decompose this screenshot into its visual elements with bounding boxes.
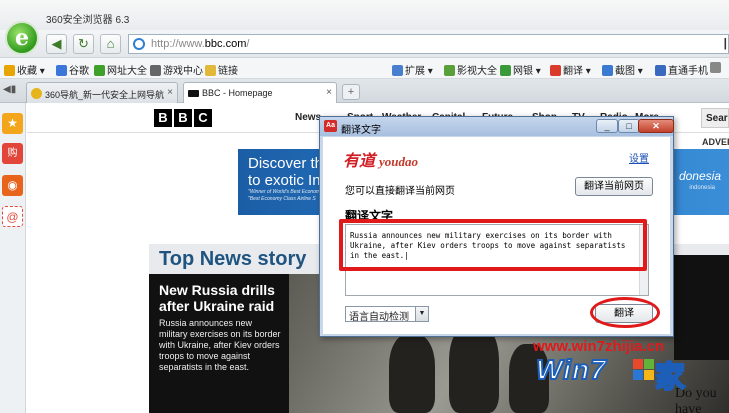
shield-icon	[500, 65, 511, 76]
soldier-figure	[449, 324, 499, 413]
translate-icon	[550, 65, 561, 76]
url-text: http://www.bbc.com/	[151, 38, 250, 50]
grid-icon	[710, 62, 721, 73]
folder-icon	[205, 65, 216, 76]
favorites-bar: 收藏 ▾ 谷歌 网址大全 游戏中心 链接 扩展 ▾ 影视大全 网银 ▾ 翻译 ▾…	[0, 58, 729, 79]
shopping-icon[interactable]: 购	[2, 143, 23, 164]
youdao-logo: 有道 youdao	[343, 153, 419, 170]
new-tab-button[interactable]: +	[342, 84, 360, 100]
fav-game-center[interactable]: 游戏中心	[150, 62, 203, 77]
home-icon: ⌂	[106, 36, 115, 51]
dialog-title: 翻译文字	[341, 125, 381, 136]
fav-collect[interactable]: 收藏 ▾	[4, 62, 45, 77]
fav-site-directory[interactable]: 网址大全	[94, 62, 147, 77]
refresh-icon: ↻	[78, 36, 89, 51]
google-icon	[56, 65, 67, 76]
globe-icon	[133, 38, 145, 50]
tab-bbc-homepage[interactable]: BBC - Homepage ×	[183, 82, 337, 104]
advert-label: ADVERT	[702, 137, 729, 147]
go-icon[interactable]: |	[724, 36, 727, 50]
e-icon	[94, 65, 105, 76]
weibo-icon[interactable]: ◉	[2, 175, 23, 196]
close-tab-icon[interactable]: ×	[167, 87, 173, 98]
fav-more[interactable]	[710, 62, 723, 74]
watermark-suffix: 家	[654, 359, 686, 396]
scissors-icon	[602, 65, 613, 76]
star-icon[interactable]: ★	[2, 113, 23, 134]
top-news-heading: Top News story	[159, 248, 307, 270]
tab-360-navigation[interactable]: 360导航_新一代安全上网导航 ×	[26, 82, 178, 103]
grid-icon	[392, 65, 403, 76]
story-text-panel: New Russia drills after Ukraine raid Rus…	[149, 274, 289, 413]
story-headline[interactable]: New Russia drills after Ukraine raid	[159, 282, 289, 314]
chevron-down-icon: ▼	[415, 307, 428, 321]
fav-screenshot[interactable]: 截图 ▾	[602, 62, 643, 77]
ad-right-text: donesia	[678, 169, 721, 183]
star-icon	[4, 65, 15, 76]
translate-page-hint: 您可以直接翻译当前网页	[345, 186, 455, 197]
fav-ebank[interactable]: 网银 ▾	[500, 62, 541, 77]
window-title: 360安全浏览器 6.3	[46, 15, 130, 26]
ad-small-print: "Winner of World's Best Economy "Best Ec…	[248, 189, 323, 202]
bbc-logo[interactable]: BBC	[154, 109, 214, 127]
bbc-icon	[188, 90, 199, 97]
nav-news[interactable]: News	[295, 112, 321, 123]
home-button[interactable]: ⌂	[100, 34, 121, 54]
navigation-bar: ◀ ↻ ⌂ http://www.bbc.com/ |	[0, 30, 729, 58]
minimize-button[interactable]: _	[596, 119, 618, 133]
360-icon	[31, 88, 42, 99]
close-tab-icon[interactable]: ×	[326, 87, 332, 98]
close-button[interactable]: ✕	[638, 119, 674, 133]
soldier-figure	[389, 334, 435, 413]
fav-video[interactable]: 影视大全	[444, 62, 497, 77]
ad-right-subtext: indonesia	[689, 185, 715, 191]
bbc-search-box[interactable]: Search	[701, 108, 729, 128]
watermark-url: www.win7zhijia.cn	[533, 338, 665, 355]
play-icon	[444, 65, 455, 76]
browser-logo[interactable]: e	[5, 21, 39, 55]
settings-link[interactable]: 设置	[629, 150, 649, 165]
maximize-button[interactable]: □	[618, 119, 640, 133]
fav-google[interactable]: 谷歌	[56, 62, 89, 77]
back-arrow-icon: ◀	[51, 36, 62, 51]
side-image[interactable]	[674, 255, 729, 360]
highlight-ellipse	[590, 297, 660, 328]
gamepad-icon	[150, 65, 161, 76]
fav-translate[interactable]: 翻译 ▾	[550, 62, 591, 77]
translate-page-button[interactable]: 翻译当前网页	[575, 177, 653, 196]
tab-list-icon[interactable]: ◀▮	[3, 84, 19, 98]
highlight-box	[339, 219, 647, 271]
story-summary: Russia announces new military exercises …	[159, 318, 281, 372]
back-button[interactable]: ◀	[46, 34, 67, 54]
translate-app-icon: Aa	[324, 120, 337, 132]
email-icon[interactable]: @	[2, 206, 23, 227]
browser-title-bar: 360安全浏览器 6.3	[0, 0, 729, 30]
watermark-brand: Win7	[535, 353, 607, 386]
address-bar[interactable]: http://www.bbc.com/ |	[128, 34, 729, 54]
fav-phone[interactable]: 直通手机	[655, 62, 708, 77]
fav-links[interactable]: 链接	[205, 62, 238, 77]
tab-bar: ◀▮ 360导航_新一代安全上网导航 × BBC - Homepage × +	[0, 79, 729, 104]
dialog-title-bar[interactable]: Aa 翻译文字 _ □ ✕	[320, 117, 674, 136]
bbc-nav: News SportWeatherCapitalFutureShopTVRadi…	[295, 112, 667, 123]
phone-icon	[655, 65, 666, 76]
windows-flag-icon	[633, 359, 655, 381]
fav-extensions[interactable]: 扩展 ▾	[392, 62, 433, 77]
language-select[interactable]: 语言自动检测 ▼	[345, 306, 429, 323]
sidebar: ★ 购 ◉ @	[0, 103, 26, 413]
refresh-button[interactable]: ↻	[73, 34, 94, 54]
